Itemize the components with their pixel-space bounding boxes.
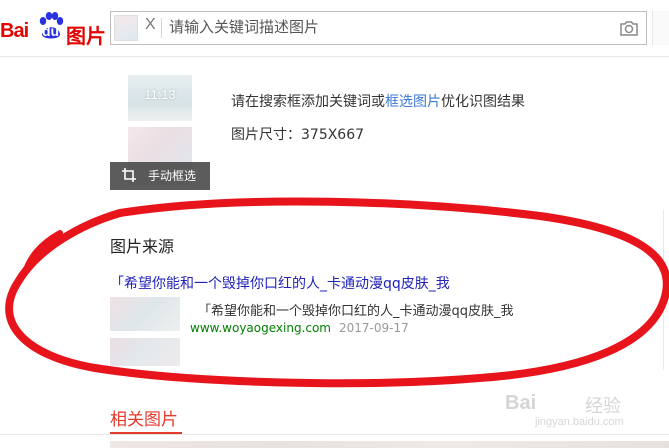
- baidu-image-logo[interactable]: Bai du 图片: [0, 10, 106, 48]
- logo-bai: Bai: [0, 20, 29, 42]
- image-size: 图片尺寸：375X667: [231, 127, 365, 143]
- source-date: 2017-09-17: [339, 321, 409, 335]
- crop-icon: [122, 168, 136, 182]
- manual-crop-button[interactable]: 手动框选: [110, 162, 210, 190]
- tab-related-images[interactable]: 相关图片: [110, 405, 178, 430]
- watermark-jingyan: 经验: [585, 396, 621, 417]
- watermark-logo: Bai: [505, 392, 537, 414]
- watermark-url: jingyan.baidu.com: [535, 416, 624, 428]
- right-divider: [663, 210, 664, 370]
- remove-thumbnail-button[interactable]: X: [145, 16, 156, 34]
- query-image-time: 11:13: [144, 87, 176, 102]
- source-thumbnail-secondary[interactable]: [110, 338, 180, 366]
- search-box: X: [110, 11, 647, 45]
- source-description: 「希望你能和一个毁掉你口红的人_卡通动漫qq皮肤_我: [198, 304, 514, 319]
- logo-tupian: 图片: [66, 24, 106, 48]
- hint-suffix: 优化识图结果: [441, 94, 525, 110]
- source-thumbnail[interactable]: [110, 297, 180, 331]
- source-url[interactable]: www.woyaogexing.com: [190, 321, 331, 335]
- search-hint: 请在搜索框添加关键词或框选图片优化识图结果: [231, 91, 525, 111]
- hint-prefix: 请在搜索框添加关键词或: [231, 94, 385, 110]
- search-button[interactable]: [652, 11, 669, 45]
- logo-du: du: [42, 23, 60, 39]
- select-image-link[interactable]: 框选图片: [385, 94, 441, 110]
- source-result-link[interactable]: 「希望你能和一个毁掉你口红的人_卡通动漫qq皮肤_我: [110, 273, 450, 293]
- related-images-strip: [110, 441, 669, 448]
- camera-icon[interactable]: [619, 18, 639, 38]
- section-title-source: 图片来源: [110, 237, 175, 256]
- crop-button-label: 手动框选: [148, 169, 197, 183]
- query-image-top: 11:13: [128, 75, 192, 121]
- search-query-thumbnail: [114, 15, 138, 41]
- tab-divider: [0, 434, 669, 435]
- red-annotation-loop: [5, 197, 669, 388]
- search-divider: [161, 18, 162, 38]
- search-input[interactable]: [169, 13, 599, 41]
- baidu-jingyan-watermark: Bai 经验 jingyan.baidu.com: [505, 390, 645, 428]
- header-bar: Bai du 图片 X: [0, 0, 669, 57]
